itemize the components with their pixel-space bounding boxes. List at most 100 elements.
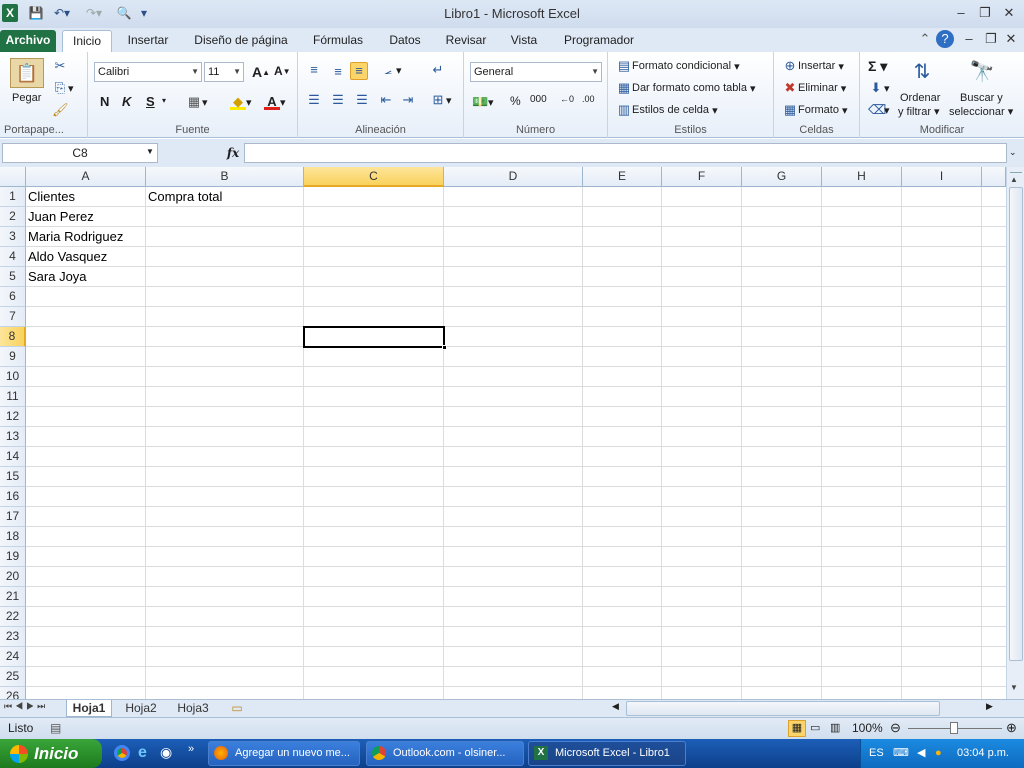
more-icon[interactable]: » xyxy=(188,743,194,755)
row-header[interactable]: 20 xyxy=(0,567,26,587)
tab-formulas[interactable]: Fórmulas xyxy=(306,30,370,52)
tray-expand-icon[interactable]: ◀ xyxy=(917,739,925,768)
language-indicator[interactable]: ES xyxy=(869,739,884,768)
decrease-indent-icon[interactable]: ⇤ xyxy=(378,92,394,108)
find-select-label-1[interactable]: Buscar y xyxy=(960,92,1003,104)
column-header[interactable]: F xyxy=(662,167,742,187)
format-painter-icon[interactable]: 🖌 xyxy=(52,102,69,118)
zoom-level[interactable]: 100% xyxy=(852,721,883,735)
column-header[interactable]: I xyxy=(902,167,982,187)
wrap-text-icon[interactable]: ↵ xyxy=(430,62,446,78)
doc-close-icon[interactable]: ✕ xyxy=(1000,30,1022,48)
task-firefox[interactable]: Agregar un nuevo me... xyxy=(208,741,360,766)
fill-color-icon[interactable]: ◆ ▾ xyxy=(230,94,252,110)
tab-datos[interactable]: Datos xyxy=(382,30,428,52)
new-sheet-icon[interactable]: ▭ xyxy=(226,700,248,717)
insert-cells-button[interactable]: ⊕ Insertar ▾ xyxy=(782,58,844,74)
zoom-in-icon[interactable]: ⊕ xyxy=(1006,720,1017,736)
restore-icon[interactable]: ❐ xyxy=(974,4,996,22)
fill-handle[interactable] xyxy=(442,345,447,350)
row-header[interactable]: 2 xyxy=(0,207,26,227)
align-center-icon[interactable]: ☰ xyxy=(330,92,346,108)
hscroll-left-icon[interactable]: ◀ xyxy=(612,701,619,712)
row-header[interactable]: 6 xyxy=(0,287,26,307)
row-header[interactable]: 23 xyxy=(0,627,26,647)
number-format-select[interactable]: General ▼ xyxy=(470,62,602,82)
macro-record-icon[interactable]: ▤ xyxy=(50,721,61,735)
row-header[interactable]: 4 xyxy=(0,247,26,267)
merge-center-icon[interactable]: ⊞ ▾ xyxy=(430,92,452,108)
collapse-ribbon-icon[interactable]: ⌃ xyxy=(914,30,936,48)
align-right-icon[interactable]: ☰ xyxy=(354,92,370,108)
normal-view-icon[interactable]: ▦ xyxy=(788,720,806,737)
cell-b1[interactable]: Compra total xyxy=(146,187,222,207)
page-break-icon[interactable]: ▥ xyxy=(830,721,840,734)
page-layout-icon[interactable]: ▭ xyxy=(810,721,820,734)
tab-programador[interactable]: Programador xyxy=(556,30,642,52)
format-as-table-button[interactable]: ▦ Dar formato como tabla ▾ xyxy=(616,80,756,96)
scroll-thumb[interactable] xyxy=(1009,187,1023,661)
hscroll-right-icon[interactable]: ▶ xyxy=(986,701,993,712)
doc-restore-icon[interactable]: ❐ xyxy=(980,30,1002,48)
column-header[interactable] xyxy=(982,167,1006,187)
currency-icon[interactable]: 💵 ▾ xyxy=(472,94,494,110)
tab-inicio[interactable]: Inicio xyxy=(62,30,112,52)
cut-icon[interactable]: ✂ xyxy=(52,58,68,74)
row-header[interactable]: 15 xyxy=(0,467,26,487)
column-header[interactable]: G xyxy=(742,167,822,187)
scroll-down-icon[interactable]: ▼ xyxy=(1010,683,1018,692)
thousands-button[interactable]: 000 xyxy=(530,94,547,105)
underline-button[interactable]: S xyxy=(146,94,155,109)
column-header[interactable]: E xyxy=(583,167,662,187)
name-box-dropdown-icon[interactable]: ▼ xyxy=(146,147,154,156)
row-header[interactable]: 16 xyxy=(0,487,26,507)
cell-a4[interactable]: Aldo Vasquez xyxy=(26,247,107,267)
name-box[interactable]: C8 xyxy=(2,143,158,163)
row-header[interactable]: 21 xyxy=(0,587,26,607)
tray-app-icon[interactable]: ● xyxy=(935,739,942,768)
align-left-icon[interactable]: ☰ xyxy=(306,92,322,108)
row-header[interactable]: 22 xyxy=(0,607,26,627)
autosum-icon[interactable]: Σ ▾ xyxy=(868,58,887,75)
decrease-decimal-icon[interactable]: .00 xyxy=(582,94,595,104)
row-header[interactable]: 12 xyxy=(0,407,26,427)
find-select-label-2[interactable]: seleccionar ▾ xyxy=(949,105,1013,119)
bold-button[interactable]: N xyxy=(100,94,109,109)
task-outlook[interactable]: Outlook.com - olsiner... xyxy=(366,741,524,766)
task-excel[interactable]: Microsoft Excel - Libro1 xyxy=(528,741,686,766)
grow-font-icon[interactable]: A ▲ xyxy=(252,64,270,80)
column-header[interactable]: A xyxy=(26,167,146,187)
zoom-slider-thumb[interactable] xyxy=(950,722,958,734)
column-header[interactable]: H xyxy=(822,167,902,187)
active-cell-selection[interactable] xyxy=(303,326,447,350)
chrome-icon[interactable] xyxy=(114,745,130,761)
keyboard-icon[interactable]: ⌨ xyxy=(893,739,909,768)
cell-a1[interactable]: Clientes xyxy=(26,187,75,207)
paste-icon[interactable]: 📋 xyxy=(10,58,44,88)
sheet-tab-hoja1[interactable]: Hoja1 xyxy=(66,700,112,717)
border-icon[interactable]: ▦ ▾ xyxy=(186,94,208,110)
tab-archivo[interactable]: Archivo xyxy=(0,30,56,52)
format-cells-button[interactable]: ▦ Formato ▾ xyxy=(782,102,848,118)
italic-button[interactable]: K xyxy=(122,94,131,109)
font-size-select[interactable]: 11 ▼ xyxy=(204,62,244,82)
percent-button[interactable]: % xyxy=(510,94,521,108)
align-middle-icon[interactable]: ≡ xyxy=(330,64,346,80)
row-header[interactable]: 18 xyxy=(0,527,26,547)
fill-icon[interactable]: ⬇ ▾ xyxy=(868,80,890,96)
clear-icon[interactable]: ⌫ ▾ xyxy=(868,102,890,118)
row-header[interactable]: 24 xyxy=(0,647,26,667)
increase-decimal-icon[interactable]: ←0 xyxy=(560,94,574,104)
cell-a5[interactable]: Sara Joya xyxy=(26,267,87,287)
hscroll-thumb[interactable] xyxy=(626,701,940,716)
sheet-nav-icon[interactable]: ⏮◀▶⏭ xyxy=(4,701,48,712)
row-header[interactable]: 14 xyxy=(0,447,26,467)
row-header[interactable]: 9 xyxy=(0,347,26,367)
cell-a2[interactable]: Juan Perez xyxy=(26,207,94,227)
doc-minimize-icon[interactable]: – xyxy=(958,30,980,48)
vertical-scrollbar[interactable]: ▲ ▼ xyxy=(1006,167,1024,699)
column-header[interactable]: C xyxy=(304,167,444,187)
sheet-tab-hoja2[interactable]: Hoja2 xyxy=(118,700,164,717)
row-header[interactable]: 7 xyxy=(0,307,26,327)
orientation-icon[interactable]: ⦟ ▾ xyxy=(380,62,401,78)
